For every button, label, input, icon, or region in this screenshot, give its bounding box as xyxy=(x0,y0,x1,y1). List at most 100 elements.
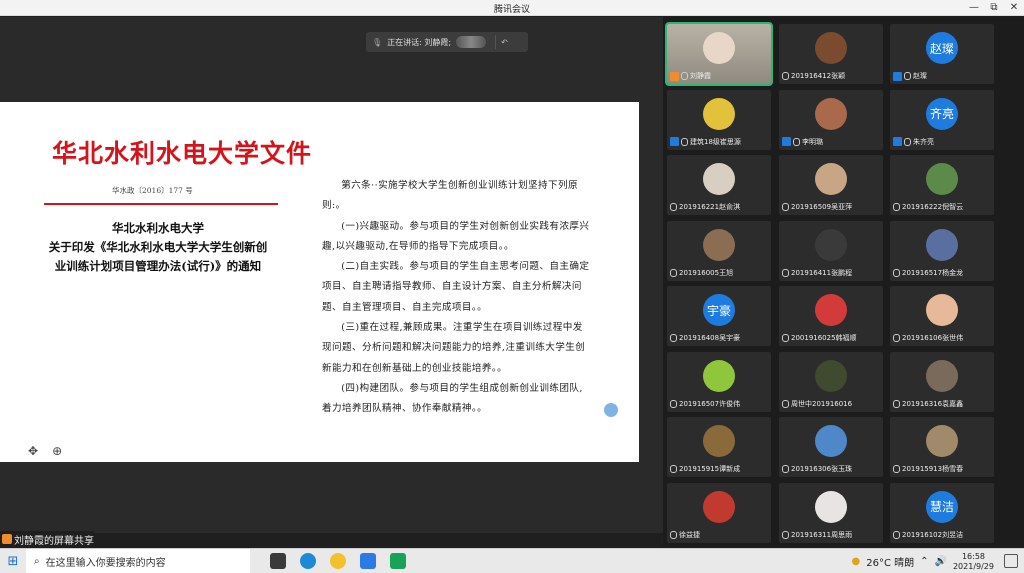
muted-mic-icon xyxy=(681,137,688,146)
participant-tile[interactable]: 201916222倪智云 xyxy=(890,155,994,215)
participant-avatar xyxy=(703,32,735,64)
close-button[interactable]: ✕ xyxy=(1004,1,1024,14)
participant-tile[interactable]: 2001916025韩福顺 xyxy=(779,286,883,346)
participant-avatar xyxy=(815,490,847,523)
tencent-meeting-icon[interactable] xyxy=(360,553,376,569)
search-icon: ⌕ xyxy=(34,555,40,567)
clock[interactable]: 16:58 2021/9/29 xyxy=(953,552,994,572)
system-tray: ● 26°C 晴朗 ⌃ 🔊 16:58 2021/9/29 xyxy=(852,549,995,573)
participant-avatar xyxy=(815,163,847,195)
edge-icon[interactable] xyxy=(300,553,316,569)
participant-name: 201916102刘昱洁 xyxy=(902,530,964,539)
document-number: 华水政〔2016〕177 号 xyxy=(112,186,193,195)
participant-tile[interactable]: 齐亮 朱齐亮 xyxy=(890,89,994,150)
participant-avatar xyxy=(703,425,735,457)
participant-name: 201916517杨金龙 xyxy=(902,268,964,277)
share-icon xyxy=(2,534,12,544)
document-red-header: 华北水利水电大学文件 xyxy=(52,139,313,168)
participant-tile[interactable]: 宇豪 201916408吴宇豪 xyxy=(667,286,771,346)
participant-tile[interactable]: 201916106张世伟 xyxy=(890,286,994,346)
participant-name: 201915915谭新成 xyxy=(679,465,741,473)
participant-tile[interactable]: 201916509吴亚萍 xyxy=(779,155,883,215)
participant-tile[interactable]: 李明璐 xyxy=(779,89,883,150)
participant-tile[interactable]: 201916311周思雨 xyxy=(779,482,883,543)
participant-name: 刘静霞 xyxy=(690,72,711,80)
participant-tile[interactable]: 慧洁 201916102刘昱洁 xyxy=(890,482,994,543)
participant-tile[interactable]: 201916316袁嘉鑫 xyxy=(890,351,994,412)
participant-avatar xyxy=(703,228,735,261)
body-paragraph: (一)兴趣驱动。参与项目的学生对创新创业实践有浓厚兴趣,以兴趣驱动,在导师的指导… xyxy=(322,220,590,252)
weather-icon: ● xyxy=(851,556,861,567)
store-icon[interactable] xyxy=(270,553,286,569)
reply-icon[interactable]: ↶ xyxy=(501,38,508,47)
participant-tile[interactable]: 周世中201916016 xyxy=(779,351,883,412)
clock-date: 2021/9/29 xyxy=(952,561,994,571)
participant-name-bar: 201916005王旭 xyxy=(670,268,769,278)
muted-mic-icon xyxy=(670,268,677,277)
tray-chevron-icon[interactable]: ⌃ xyxy=(920,556,928,567)
participant-avatar xyxy=(815,228,847,261)
participant-avatar xyxy=(926,163,958,195)
muted-mic-icon xyxy=(670,203,677,211)
participant-avatar xyxy=(703,97,735,130)
participant-tile[interactable]: 201916412张颖 xyxy=(779,24,883,84)
wechat-icon[interactable] xyxy=(390,553,406,569)
participant-tile[interactable]: 建筑18级崔思源 xyxy=(667,89,771,150)
participant-tile[interactable]: 201916306张玉珠 xyxy=(779,417,883,477)
title-bar: 腾讯会议 — ⧉ ✕ xyxy=(0,0,1024,16)
participant-tile[interactable]: 201916517杨金龙 xyxy=(890,220,994,281)
weather-text[interactable]: 26°C 晴朗 xyxy=(866,554,914,569)
participant-name: 201916509吴亚萍 xyxy=(791,203,853,211)
fit-screen-icon[interactable]: ✥ xyxy=(28,444,38,458)
restore-button[interactable]: ⧉ xyxy=(984,1,1004,14)
body-paragraph: (二)自主实践。参与项目的学生自主思考问题、自主确定项目、自主聘请指导教师、自主… xyxy=(322,261,590,313)
muted-mic-icon xyxy=(893,399,900,408)
minimize-button[interactable]: — xyxy=(964,1,984,14)
muted-mic-icon xyxy=(681,72,688,80)
participant-name-bar: 201916221赵俞淇 xyxy=(670,202,769,212)
participant-tile[interactable]: 刘静霞 xyxy=(665,22,773,86)
volume-icon[interactable]: 🔊 xyxy=(935,556,947,567)
notification-icon[interactable] xyxy=(1004,554,1018,568)
participant-tile[interactable]: 201916507许俊伟 xyxy=(667,351,771,412)
muted-mic-icon xyxy=(893,203,900,211)
annotation-button[interactable] xyxy=(604,403,618,417)
participant-name-bar: 201915915谭新成 xyxy=(670,464,769,474)
participant-tile[interactable]: 201915915谭新成 xyxy=(667,417,771,477)
participant-tile[interactable]: 201916221赵俞淇 xyxy=(667,155,771,215)
muted-mic-icon xyxy=(793,137,800,146)
participant-name: 建筑18级崔思源 xyxy=(690,137,741,146)
participant-name-bar: 刘静霞 xyxy=(670,71,769,81)
participant-name-bar: 201916411张鹏程 xyxy=(782,268,881,278)
participant-avatar xyxy=(926,359,958,392)
participant-name-bar: 周世中201916016 xyxy=(782,399,881,409)
document-body: 第六条··实施学校大学生创新创业训练计划坚持下列原则:。 (一)兴趣驱动。参与项… xyxy=(322,176,592,420)
host-badge-icon xyxy=(670,71,679,81)
share-status: 刘静霞的屏幕共享 xyxy=(0,531,94,547)
host-badge-icon xyxy=(893,137,902,146)
muted-mic-icon xyxy=(670,399,677,408)
title-line: 华北水利水电大学 xyxy=(112,221,204,235)
muted-mic-icon xyxy=(782,530,789,539)
browser-icon[interactable] xyxy=(330,553,346,569)
search-placeholder: 在这里输入你要搜索的内容 xyxy=(45,557,166,569)
participant-tile[interactable]: 201916411张鹏程 xyxy=(779,220,883,281)
title-line: 业训练计划项目管理办法(试行)》的通知 xyxy=(54,259,262,273)
participant-tile[interactable]: 徐益捷 xyxy=(667,482,771,543)
windows-start-icon[interactable]: ⊞ xyxy=(0,554,26,569)
participant-name: 201916316袁嘉鑫 xyxy=(902,399,964,408)
meeting-window: 腾讯会议 — ⧉ ✕ 🎙 正在讲话: 刘静霞; ↶ 华北水利水电大学文件 华水政… xyxy=(0,0,1024,573)
zoom-in-icon[interactable]: ⊕ xyxy=(52,444,62,458)
participant-name: 201916306张玉珠 xyxy=(791,465,853,473)
muted-mic-icon xyxy=(782,72,789,80)
muted-mic-icon xyxy=(670,530,677,539)
participant-tile[interactable]: 201916005王旭 xyxy=(667,220,771,281)
red-divider xyxy=(44,203,278,205)
document-title: 华北水利水电大学 关于印发《华北水利水电大学大学生创新创 业训练计划项目管理办法… xyxy=(42,219,274,276)
participant-name-bar: 201916509吴亚萍 xyxy=(782,202,881,212)
participant-avatar xyxy=(815,359,847,392)
taskbar-search[interactable]: ⌕ 在这里输入你要搜索的内容 xyxy=(26,548,250,573)
participant-tile[interactable]: 赵璨 赵璨 xyxy=(890,24,994,84)
participant-tile[interactable]: 201915913杨雪春 xyxy=(890,417,994,477)
participant-name-bar: 201915913杨雪春 xyxy=(893,464,992,474)
